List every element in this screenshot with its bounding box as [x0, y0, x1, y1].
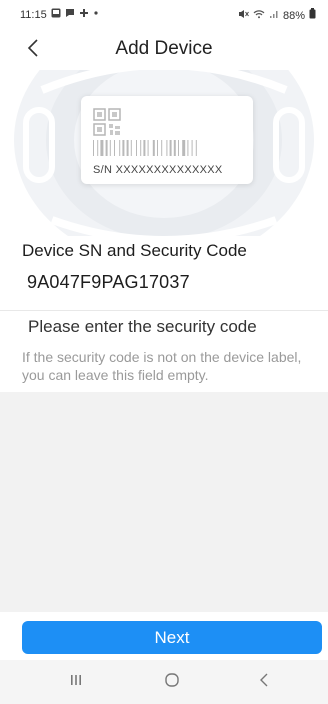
dot-icon	[93, 8, 99, 22]
gallery-icon	[51, 8, 61, 22]
next-button[interactable]: Next	[22, 621, 322, 654]
security-code-hint: If the security code is not on the devic…	[22, 349, 302, 383]
app-header: Add Device	[0, 30, 328, 70]
network-icon	[79, 8, 89, 22]
status-bar: 11:15 88%	[0, 0, 328, 30]
home-icon	[164, 672, 180, 693]
home-button[interactable]	[152, 670, 192, 694]
recent-apps-icon	[69, 673, 83, 692]
barcode-icon	[93, 140, 197, 156]
device-label-card: S/N XXXXXXXXXXXXXX	[81, 96, 253, 184]
sn-value: 9A047F9PAG17037	[27, 272, 190, 292]
status-time: 11:15	[20, 9, 47, 21]
signal-icon	[269, 9, 279, 23]
back-button[interactable]	[18, 34, 48, 66]
sn-section-header: Device SN and Security Code	[0, 236, 328, 266]
qr-code-icon	[93, 108, 121, 136]
battery-icon	[309, 8, 316, 23]
device-sn-label: S/N XXXXXXXXXXXXXX	[93, 164, 223, 176]
chevron-left-icon	[27, 38, 39, 62]
recent-apps-button[interactable]	[56, 670, 96, 694]
sn-section-label: Device SN and Security Code	[22, 241, 247, 260]
status-left: 11:15	[20, 8, 99, 22]
back-icon	[259, 672, 269, 693]
system-nav-bar	[0, 660, 328, 704]
battery-percent: 88%	[282, 9, 305, 22]
security-code-row	[0, 310, 328, 342]
security-code-hint-box: If the security code is not on the devic…	[0, 340, 328, 392]
wifi-icon	[253, 9, 265, 23]
status-right: 88%	[238, 8, 316, 23]
mute-icon	[238, 9, 249, 23]
security-code-input[interactable]	[26, 313, 320, 341]
device-illustration: S/N XXXXXXXXXXXXXX	[0, 70, 328, 236]
section-spacer	[0, 300, 328, 310]
page-title: Add Device	[115, 38, 213, 59]
sn-value-row: 9A047F9PAG17037	[0, 266, 328, 300]
chat-icon	[65, 8, 75, 22]
system-back-button[interactable]	[244, 670, 284, 694]
empty-content-area	[0, 392, 328, 612]
